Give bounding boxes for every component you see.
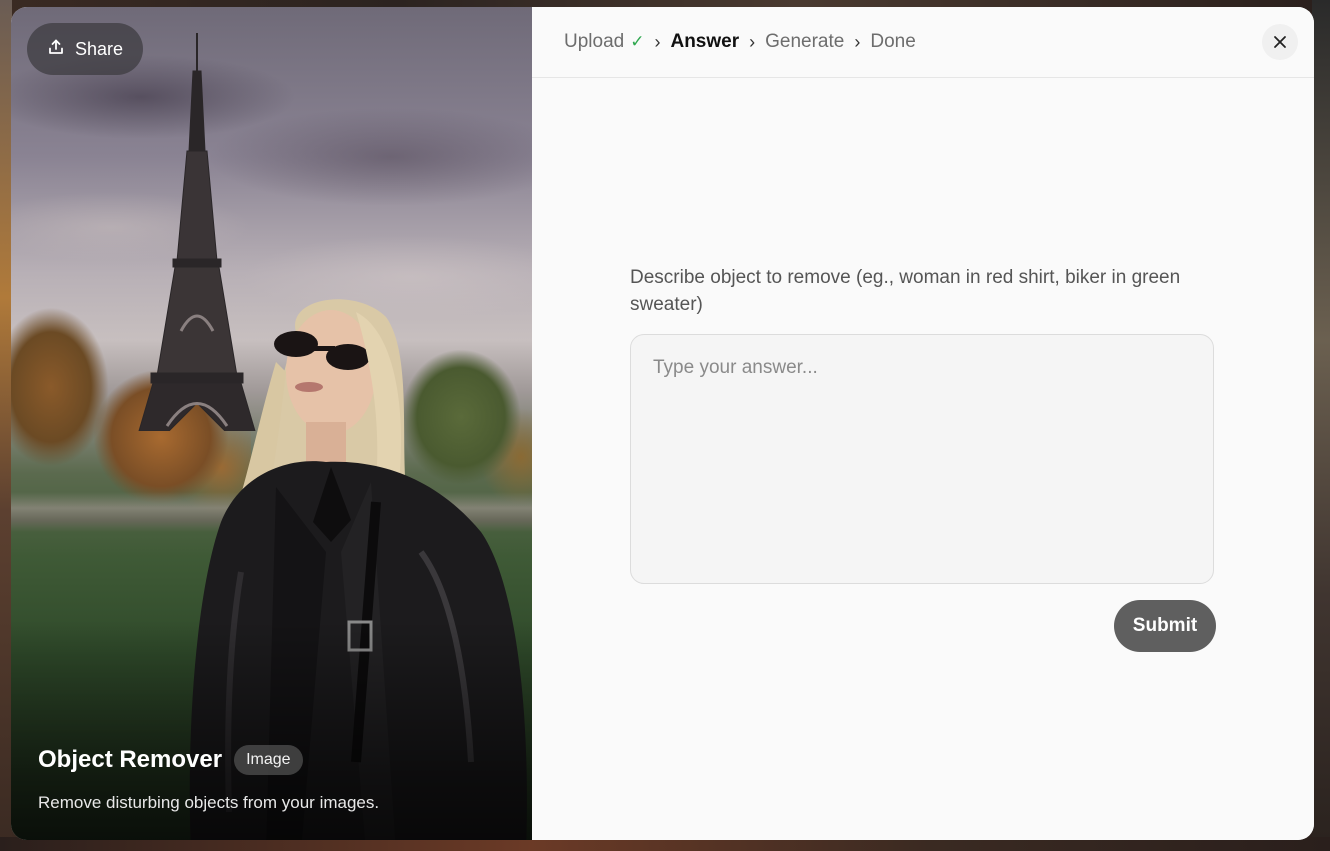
- close-button[interactable]: [1262, 24, 1298, 60]
- tool-title: Object Remover: [38, 746, 223, 773]
- hero-title-row: Object Remover Image: [38, 745, 303, 775]
- wizard-content: Upload ✓ › Answer › Generate › Done Desc…: [532, 7, 1314, 840]
- step-upload: Upload: [564, 31, 625, 52]
- chevron-right-icon: ›: [854, 31, 861, 52]
- hero-image-panel: Share Object Remover Image Remove distur…: [11, 7, 532, 840]
- answer-input[interactable]: [630, 334, 1214, 584]
- step-answer: Answer: [670, 31, 740, 52]
- question-label: Describe object to remove (eg., woman in…: [630, 267, 1181, 315]
- step-done: Done: [870, 31, 916, 52]
- tool-description: Remove disturbing objects from your imag…: [38, 793, 380, 812]
- step-generate: Generate: [765, 31, 845, 52]
- type-badge: Image: [234, 745, 303, 775]
- check-icon: ✓: [630, 32, 645, 51]
- upload-share-icon: [47, 38, 65, 61]
- object-remover-modal: Share Object Remover Image Remove distur…: [11, 7, 1314, 840]
- share-button[interactable]: Share: [27, 23, 144, 75]
- progress-steps: Upload ✓ › Answer › Generate › Done: [532, 7, 1314, 78]
- backdrop-right: [1312, 0, 1330, 851]
- chevron-right-icon: ›: [654, 31, 661, 52]
- share-label: Share: [75, 38, 124, 59]
- submit-button[interactable]: Submit: [1114, 600, 1216, 652]
- chevron-right-icon: ›: [749, 31, 756, 52]
- close-icon: [1274, 36, 1286, 48]
